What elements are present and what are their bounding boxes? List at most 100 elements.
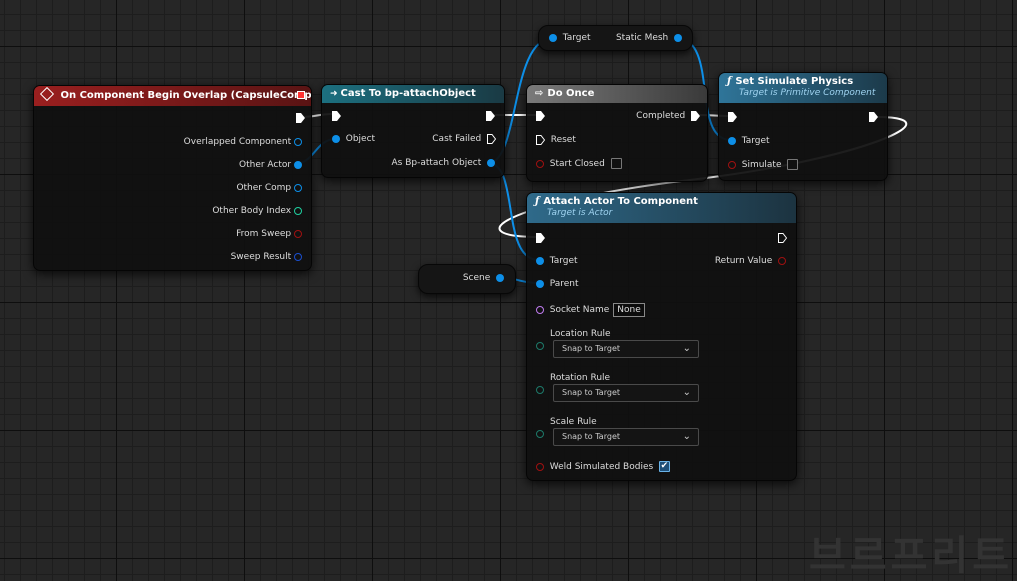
static-mesh-target-pin[interactable]: Target <box>549 33 591 43</box>
sweep-result-pin[interactable]: Sweep Result <box>231 252 302 262</box>
cast-node-title: Cast To bp-attachObject <box>340 88 476 99</box>
pin-label: Completed <box>636 111 686 121</box>
dropdown-value: Snap to Target <box>562 344 620 353</box>
object-pin-icon[interactable] <box>536 280 544 288</box>
exec-in-pin-icon[interactable] <box>728 112 737 122</box>
from-sweep-pin[interactable]: From Sweep <box>236 229 302 239</box>
return-value-pin[interactable]: Return Value <box>715 256 786 266</box>
simulate-checkbox[interactable] <box>787 159 799 170</box>
object-pin-icon[interactable] <box>487 159 495 167</box>
cast-node[interactable]: ➜ Cast To bp-attachObject Object Cast Fai… <box>321 84 505 178</box>
integer-pin-icon[interactable] <box>294 207 302 215</box>
static-mesh-get-node[interactable]: Target Static Mesh <box>538 25 693 51</box>
simulate-pin[interactable]: Simulate <box>728 159 799 170</box>
weld-pin[interactable]: Weld Simulated Bodies ✔ <box>536 461 670 472</box>
attach-actor-node[interactable]: ƒ Attach Actor To Component Target is Act… <box>526 192 797 481</box>
chevron-down-icon: ⌄ <box>682 387 691 398</box>
set-physics-target-pin[interactable]: Target <box>728 136 770 146</box>
bool-pin-icon[interactable] <box>536 159 544 168</box>
set-simulate-physics-node[interactable]: ƒ Set Simulate Physics Target is Primitiv… <box>718 72 888 181</box>
parent-pin[interactable]: Parent <box>536 279 579 289</box>
scale-rule-label: Scale Rule <box>550 417 597 427</box>
attach-title: Attach Actor To Component <box>543 196 698 207</box>
struct-pin-icon[interactable] <box>294 253 302 261</box>
object-pin-icon[interactable] <box>536 257 544 265</box>
chevron-down-icon: ⌄ <box>682 431 691 442</box>
other-actor-pin[interactable]: Other Actor <box>239 160 302 170</box>
object-pin-icon[interactable] <box>294 138 302 146</box>
reset-pin[interactable]: Reset <box>536 135 576 145</box>
name-pin-icon[interactable] <box>536 306 544 314</box>
function-icon: ƒ <box>727 76 732 87</box>
socket-name-input[interactable]: None <box>613 303 645 317</box>
exec-out-pin-icon[interactable] <box>869 112 878 122</box>
pin-label: Weld Simulated Bodies <box>549 461 654 472</box>
static-mesh-output-pin[interactable]: Static Mesh <box>616 33 682 43</box>
exec-in-pin-icon[interactable] <box>536 233 545 243</box>
var-label: Static Mesh <box>615 33 669 43</box>
do-once-title: Do Once <box>547 88 595 99</box>
exec-out-pin-icon[interactable] <box>296 113 305 123</box>
enum-pin-icon[interactable] <box>536 386 544 394</box>
object-pin-icon[interactable] <box>728 137 736 145</box>
pin-label: Overlapped Component <box>183 137 292 147</box>
cast-failed-pin[interactable]: Cast Failed <box>432 134 496 144</box>
location-rule-label: Location Rule <box>550 329 611 339</box>
location-rule-dropdown[interactable]: Snap to Target ⌄ <box>553 340 699 358</box>
scene-get-node[interactable]: Scene <box>418 264 516 294</box>
exec-out-pin-icon[interactable] <box>778 233 787 243</box>
start-closed-checkbox[interactable] <box>610 158 622 169</box>
set-physics-header: ƒ Set Simulate Physics Target is Primitiv… <box>719 73 887 103</box>
pin-label: Sweep Result <box>230 252 292 262</box>
pin-label: Target <box>562 33 591 43</box>
do-once-header: ⇨ Do Once <box>527 85 707 103</box>
object-pin-icon[interactable] <box>674 34 682 42</box>
weld-checkbox[interactable]: ✔ <box>658 461 670 472</box>
attach-target-pin[interactable]: Target <box>536 256 578 266</box>
attach-header: ƒ Attach Actor To Component Target is Act… <box>527 193 796 223</box>
set-physics-title: Set Simulate Physics <box>735 76 854 87</box>
object-pin-icon[interactable] <box>549 34 557 42</box>
exec-out-pin-icon[interactable] <box>486 111 495 121</box>
pin-label: Parent <box>549 279 579 289</box>
bool-pin-icon[interactable] <box>536 462 544 471</box>
pin-label: Other Body Index <box>212 206 292 216</box>
overlapped-component-pin[interactable]: Overlapped Component <box>184 137 302 147</box>
exec-out-pin-icon[interactable] <box>487 134 496 144</box>
exec-in-pin-icon[interactable] <box>332 111 341 121</box>
socket-name-pin[interactable]: Socket Name None <box>536 303 645 317</box>
bool-pin-icon[interactable] <box>728 160 736 169</box>
pin-label: Reset <box>550 135 576 145</box>
var-label: Scene <box>462 273 491 283</box>
start-closed-pin[interactable]: Start Closed <box>536 158 622 169</box>
event-begin-overlap-node[interactable]: On Component Begin Overlap (CapsuleComp o… <box>33 85 312 271</box>
object-pin-icon[interactable] <box>294 184 302 192</box>
rotation-rule-dropdown[interactable]: Snap to Target ⌄ <box>553 384 699 402</box>
pin-label: Start Closed <box>549 158 605 169</box>
pin-label: Object <box>345 134 376 144</box>
pin-label: Target <box>549 256 578 266</box>
completed-pin[interactable]: Completed <box>636 111 700 121</box>
exec-in-pin-icon[interactable] <box>536 111 545 121</box>
exec-out-pin-icon[interactable] <box>691 111 700 121</box>
enum-pin-icon[interactable] <box>536 430 544 438</box>
other-comp-pin[interactable]: Other Comp <box>236 183 302 193</box>
other-body-index-pin[interactable]: Other Body Index <box>212 206 302 216</box>
event-exec-out-row[interactable] <box>296 113 305 123</box>
pin-label: Other Comp <box>236 183 292 193</box>
object-pin-icon[interactable] <box>294 161 302 169</box>
object-pin-icon[interactable] <box>332 135 340 143</box>
enum-pin-icon[interactable] <box>536 342 544 350</box>
object-pin-icon[interactable] <box>496 274 504 282</box>
exec-in-pin-icon[interactable] <box>536 135 545 145</box>
scale-rule-dropdown[interactable]: Snap to Target ⌄ <box>553 428 699 446</box>
do-once-node[interactable]: ⇨ Do Once Completed Reset Start Closed <box>526 84 708 182</box>
bool-pin-icon[interactable] <box>294 230 302 238</box>
bool-pin-icon[interactable] <box>778 257 786 265</box>
as-bp-attach-pin[interactable]: As Bp-attach Object <box>392 158 495 168</box>
scene-output-pin[interactable]: Scene <box>463 273 504 283</box>
delegate-pin-icon[interactable] <box>297 91 305 99</box>
cast-object-pin[interactable]: Object <box>332 134 375 144</box>
event-node-header: On Component Begin Overlap (CapsuleCompo… <box>34 86 311 106</box>
pin-label: Simulate <box>741 159 782 170</box>
